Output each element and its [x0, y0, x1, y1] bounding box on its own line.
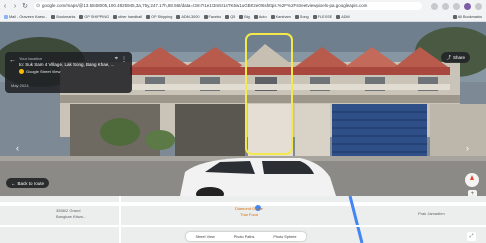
bookmark-item[interactable]: Big: [239, 14, 250, 19]
url-text: google.com/maps/@13.5848005,100.4825945,…: [42, 3, 368, 8]
star-icon[interactable]: [431, 2, 438, 10]
back-arrow-icon[interactable]: ←: [9, 57, 16, 64]
bookmarks-bar: Mail - Oraveen Kaew... Bookmarks GP SHIP…: [0, 12, 486, 22]
bookmark-item[interactable]: Mail - Oraveen Kaew...: [4, 14, 47, 19]
bookmark-item[interactable]: OP Shipping: [146, 14, 172, 19]
folder-icon: [146, 14, 151, 19]
compass-icon[interactable]: [465, 173, 479, 187]
map-label: 3558/2 Grand: [56, 208, 81, 213]
folder-icon: [113, 14, 118, 19]
map-poi-label[interactable]: Thai Food: [240, 212, 258, 217]
address-bar-row: ‹ › ↻ ⊙ google.com/maps/@13.5848005,100.…: [0, 0, 486, 12]
info-card-title: Your location: [19, 56, 42, 61]
share-button[interactable]: ⤴ Share: [441, 52, 470, 63]
all-bookmarks-button[interactable]: All Bookmarks: [452, 15, 482, 19]
mail-icon: [4, 14, 8, 19]
bookmark-item[interactable]: GP SHIPPING: [79, 14, 109, 19]
expand-map-icon[interactable]: ⤢: [467, 232, 476, 241]
bookmark-item[interactable]: Karsham: [270, 14, 291, 19]
street-view-layer-button[interactable]: Street View: [195, 235, 214, 239]
browser-window: ‹ › ↻ ⊙ google.com/maps/@13.5848005,100.…: [0, 0, 486, 243]
photo-paths-layer-button[interactable]: Photo Paths: [234, 235, 255, 239]
bookmark-item[interactable]: Bookmarks: [51, 14, 75, 19]
folder-icon: [51, 14, 56, 19]
capture-date[interactable]: May 2024: [11, 83, 29, 88]
bookmark-item[interactable]: ADM: [336, 14, 350, 19]
folder-icon: [176, 14, 181, 19]
bookmark-item[interactable]: Q5: [225, 14, 235, 19]
map-label: Prak Jamadien: [418, 211, 445, 216]
map-label: Bangkae Kitwa...: [56, 214, 87, 219]
folder-icon: [270, 14, 275, 19]
map-poi-label[interactable]: Diamond Grace: [235, 206, 263, 211]
bookmark-item[interactable]: FLEXSE: [312, 14, 332, 19]
bookmark-item[interactable]: Facebo: [203, 14, 221, 19]
toolbar-icons: [431, 2, 482, 10]
bookmark-item[interactable]: other handball: [113, 14, 142, 19]
folder-icon: [253, 14, 258, 19]
url-field[interactable]: ⊙ google.com/maps/@13.5848005,100.482594…: [34, 2, 422, 10]
download-icon[interactable]: [453, 2, 460, 10]
folder-icon: [239, 14, 244, 19]
more-vert-icon[interactable]: ⋮: [121, 56, 127, 63]
street-view-panorama[interactable]: ← Your location to: Suk Sam 4 Village, L…: [0, 22, 486, 196]
arrow-left-icon: ←: [11, 180, 16, 186]
back-to-route-button[interactable]: ← Back to route: [6, 178, 50, 188]
folder-icon: [203, 14, 208, 19]
street-view-source: Google Street View: [19, 69, 60, 74]
mini-map[interactable]: 3558/2 Grand Bangkae Kitwa... Diamond Gr…: [0, 196, 486, 243]
pan-right-icon[interactable]: ›: [466, 143, 469, 153]
reload-icon[interactable]: ↻: [20, 0, 30, 12]
folder-icon: [294, 14, 299, 19]
extensions-icon[interactable]: [442, 2, 449, 10]
location-info-card: ← Your location to: Suk Sam 4 Village, L…: [5, 52, 132, 93]
folder-icon: [312, 14, 317, 19]
menu-icon[interactable]: [475, 2, 482, 10]
pan-left-icon[interactable]: ‹: [16, 143, 19, 153]
folder-icon: [225, 14, 230, 19]
folder-icon: [452, 15, 457, 19]
folder-icon: [79, 14, 84, 19]
location-pin-icon[interactable]: ⌖: [115, 56, 118, 63]
bookmark-item[interactable]: Auto: [253, 14, 267, 19]
bookmark-item[interactable]: ADM-3000: [176, 14, 200, 19]
arrow-right-icon[interactable]: ›: [10, 0, 20, 12]
avatar[interactable]: [464, 2, 471, 10]
map-layer-toolbar: Street View Photo Paths Photo Sphere: [186, 232, 306, 241]
lock-icon: ⊙: [36, 3, 41, 9]
street-view-image: [0, 22, 486, 196]
share-icon: ⤴: [446, 54, 451, 60]
info-card-address[interactable]: to: Suk Sam 4 Village, Lak Song, Bang Kh…: [19, 62, 114, 67]
pegman-icon: [19, 69, 24, 74]
photo-sphere-layer-button[interactable]: Photo Sphere: [273, 235, 296, 239]
bookmark-item[interactable]: Song: [294, 14, 309, 19]
folder-icon: [336, 14, 341, 19]
arrow-left-icon[interactable]: ‹: [0, 0, 10, 12]
